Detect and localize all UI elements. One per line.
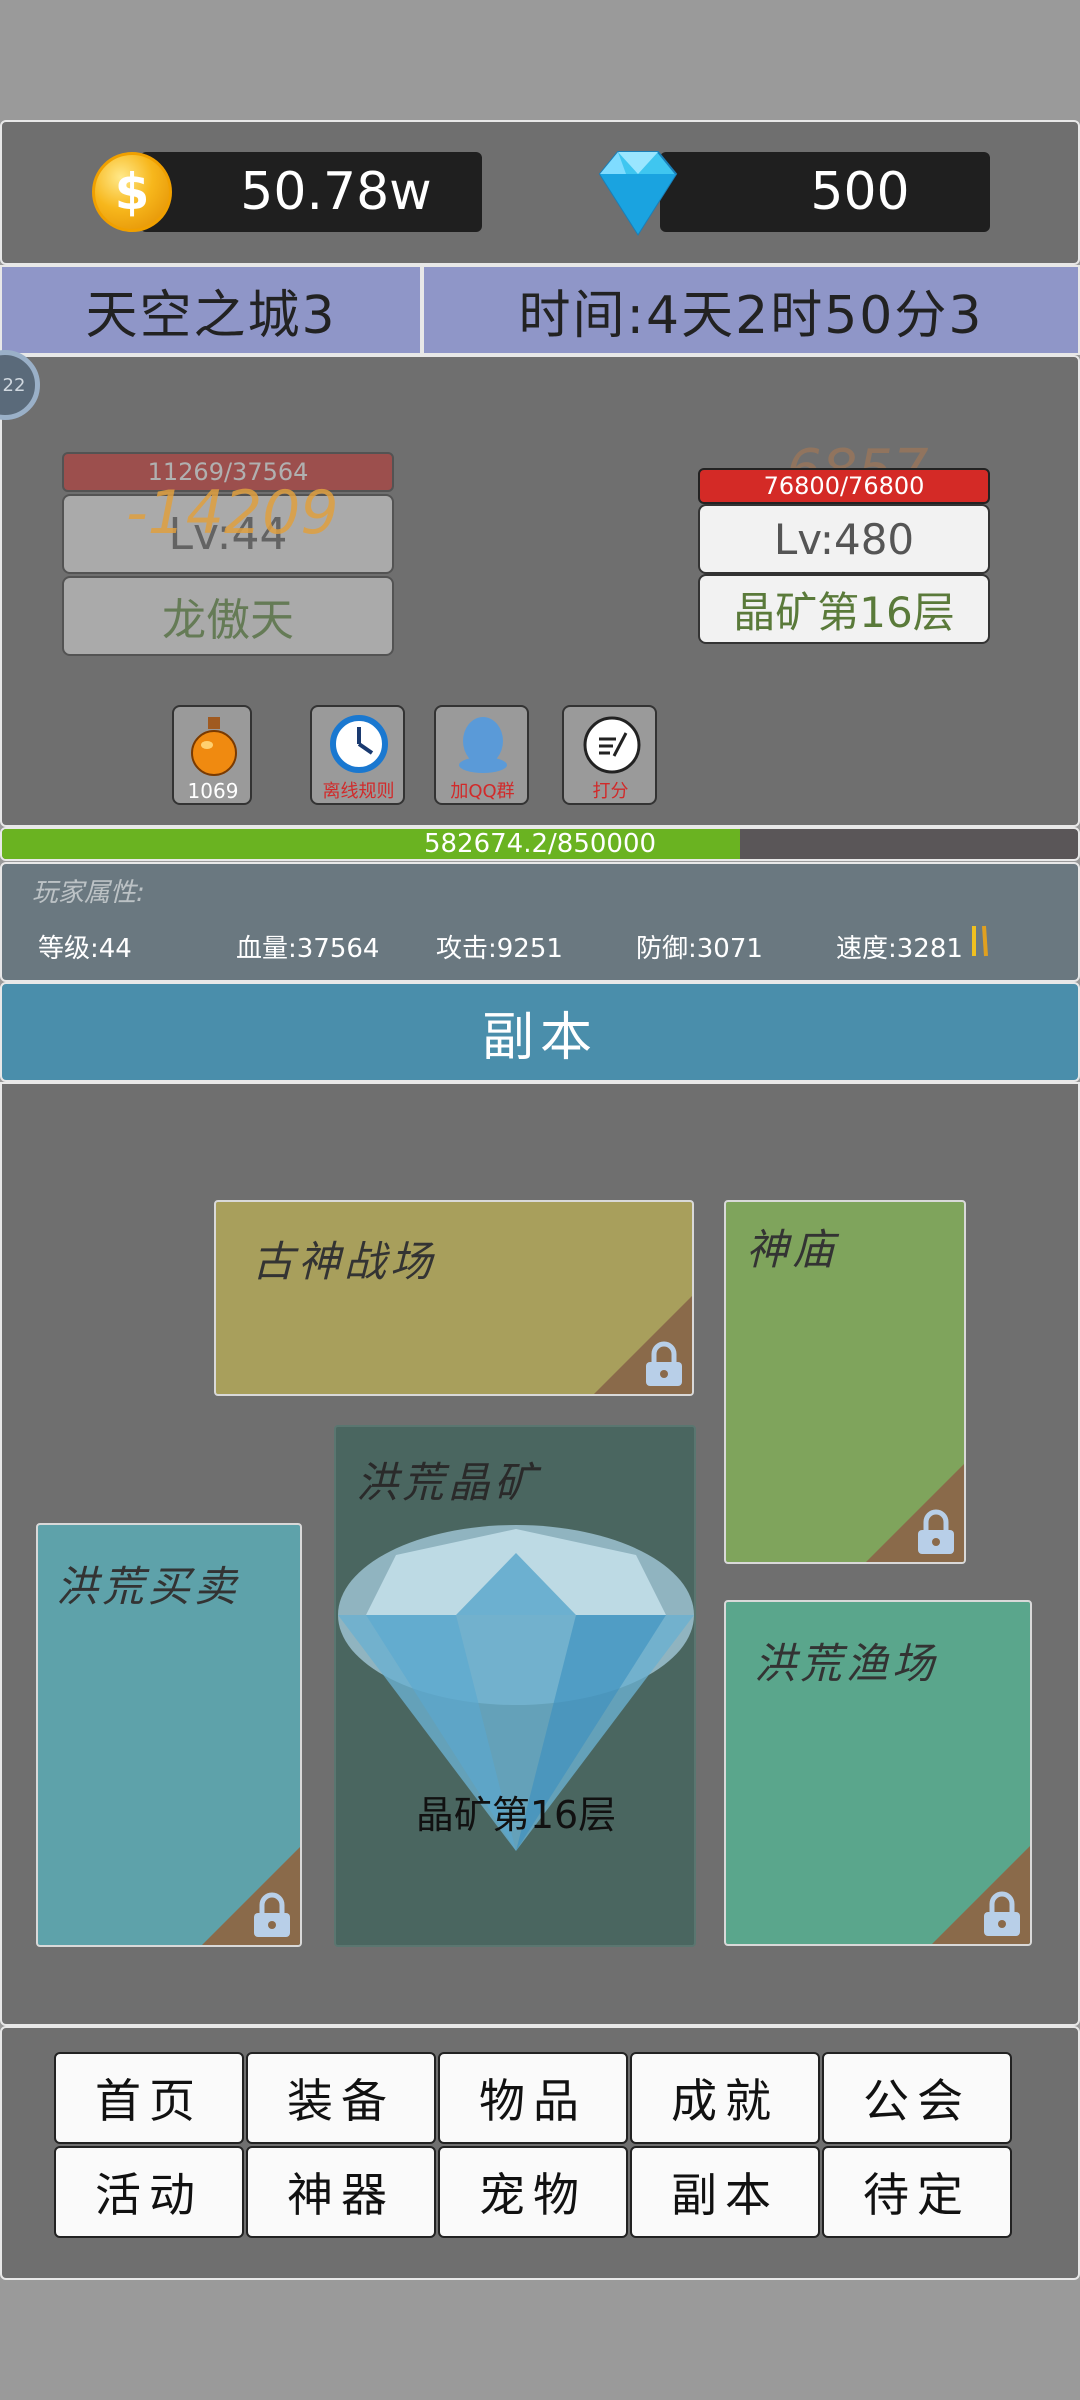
stat-speed: 速度:3281: [836, 934, 963, 964]
dungeon-trade[interactable]: 洪荒买卖: [36, 1523, 302, 1947]
gem-display: 500: [660, 152, 990, 232]
stat-hp: 血量:37564: [236, 934, 380, 964]
lock-icon: [918, 1509, 954, 1554]
gold-coin-icon: $: [92, 152, 172, 232]
stat-defense: 防御:3071: [636, 934, 763, 964]
join-qq-group-button[interactable]: 加QQ群: [434, 705, 529, 805]
dungeon-fishing-title: 洪荒渔场: [754, 1639, 939, 1688]
nav-equipment[interactable]: 装备: [246, 2052, 436, 2144]
rate-pencil-icon: [583, 716, 641, 774]
dungeon-crystal-mine[interactable]: 洪荒晶矿 晶矿第16层: [334, 1425, 696, 1947]
clock-icon: [330, 715, 388, 773]
attributes-title: 玩家属性:: [32, 878, 145, 908]
potion-icon: [191, 717, 237, 776]
nav-achievements[interactable]: 成就: [630, 2052, 820, 2144]
offline-rules-button[interactable]: 离线规则: [310, 705, 405, 805]
nav-events[interactable]: 活动: [54, 2146, 244, 2238]
gold-display: 50.78w: [140, 152, 482, 232]
lock-icon: [646, 1341, 682, 1386]
location-title: 天空之城3: [0, 265, 422, 355]
lock-icon: [984, 1891, 1020, 1936]
nav-items[interactable]: 物品: [438, 2052, 628, 2144]
player-name: 龙傲天: [62, 576, 394, 656]
dungeon-temple-title: 神庙: [746, 1225, 839, 1274]
diamond-icon: [598, 151, 678, 236]
experience-text: 582674.2/850000: [423, 829, 657, 859]
dungeon-trade-title: 洪荒买卖: [56, 1562, 241, 1611]
sword-icon: [972, 925, 988, 957]
game-time: 时间:4天2时50分3: [422, 265, 1080, 355]
nav-dungeons[interactable]: 副本: [630, 2146, 820, 2238]
nav-pending[interactable]: 待定: [822, 2146, 1012, 2238]
potion-count: 1069: [187, 779, 239, 803]
gold-amount: 50.78w: [240, 162, 432, 222]
nav-pets[interactable]: 宠物: [438, 2146, 628, 2238]
section-title: 副本: [0, 982, 1080, 1082]
dungeon-ancient-battlefield[interactable]: 古神战场: [214, 1200, 694, 1396]
offline-rules-label: 离线规则: [322, 781, 395, 802]
enemy-level: Lv:480: [698, 504, 990, 574]
player-damage-text: -14209: [126, 478, 339, 548]
dungeon-temple[interactable]: 神庙: [724, 1200, 966, 1564]
enemy-hp-bar: 76800/76800: [698, 468, 990, 504]
rate-label: 打分: [592, 781, 629, 802]
join-qq-group-label: 加QQ群: [450, 781, 515, 802]
lock-icon: [254, 1892, 290, 1937]
enemy-name: 晶矿第16层: [698, 574, 990, 644]
gem-amount: 500: [810, 162, 910, 222]
stat-attack: 攻击:9251: [436, 934, 563, 964]
dungeon-fishing[interactable]: 洪荒渔场: [724, 1600, 1032, 1946]
enemy-hp-text: 76800/76800: [763, 472, 925, 500]
qq-penguin-icon: [459, 717, 507, 773]
potion-button[interactable]: 1069: [172, 705, 252, 805]
nav-home[interactable]: 首页: [54, 2052, 244, 2144]
side-badge-text: 22: [2, 374, 26, 396]
stat-level: 等级:44: [38, 934, 132, 964]
dungeon-crystal-mine-title: 洪荒晶矿: [356, 1458, 541, 1507]
nav-artifacts[interactable]: 神器: [246, 2146, 436, 2238]
dungeon-ancient-battlefield-title: 古神战场: [252, 1237, 437, 1286]
dungeon-crystal-mine-floor: 晶矿第16层: [415, 1792, 617, 1837]
rate-button[interactable]: 打分: [562, 705, 657, 805]
nav-guild[interactable]: 公会: [822, 2052, 1012, 2144]
